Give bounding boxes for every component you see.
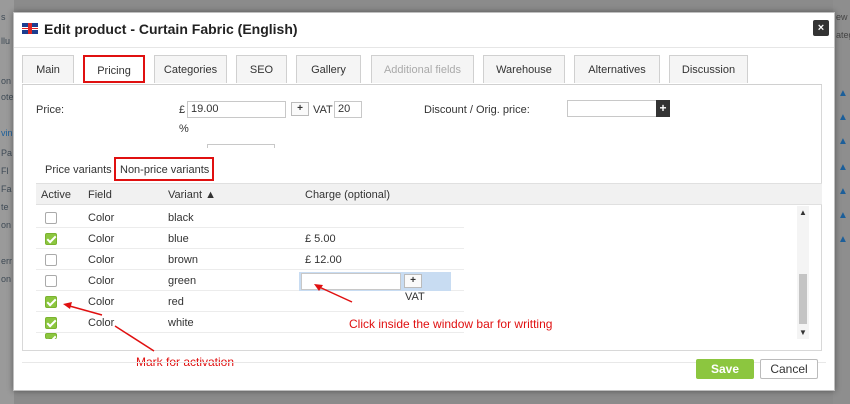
chevron-up-icon: ▲: [838, 136, 848, 147]
dialog-titlebar: Edit product - Curtain Fabric (English) …: [14, 13, 834, 48]
chevron-up-icon: ▲: [838, 186, 848, 197]
background-left-sidebar: s llu on ote vin Pa Fl Fa te on err on: [0, 0, 14, 404]
active-checkbox[interactable]: [45, 296, 57, 308]
tab-categories[interactable]: Categories: [154, 55, 227, 83]
tab-seo[interactable]: SEO: [236, 55, 287, 83]
active-checkbox[interactable]: [45, 233, 57, 245]
row-field: Color: [88, 296, 115, 308]
table-row[interactable]: Color blue £ 5.00: [36, 228, 464, 249]
hidden-field: [207, 144, 275, 148]
table-row[interactable]: [36, 333, 464, 339]
col-variant[interactable]: Variant ▲: [168, 189, 216, 201]
bg-fragment: on: [1, 220, 12, 230]
edit-product-dialog: Edit product - Curtain Fabric (English) …: [13, 12, 835, 391]
row-field: Color: [88, 275, 115, 287]
table-row[interactable]: Color red: [36, 291, 464, 312]
active-checkbox[interactable]: [45, 275, 57, 287]
active-checkbox[interactable]: [45, 333, 57, 339]
vat-label: VAT: [313, 104, 333, 116]
tab-bar: Main Pricing Categories SEO Gallery Addi…: [22, 55, 822, 85]
active-checkbox[interactable]: [45, 317, 57, 329]
percent-label: %: [179, 123, 189, 135]
subtab-non-price-variants[interactable]: Non-price variants: [120, 164, 209, 176]
price-input[interactable]: 19.00: [187, 101, 286, 118]
bg-fragment: ote: [1, 92, 14, 102]
scroll-thumb[interactable]: [799, 274, 807, 324]
bg-fragment: on: [1, 76, 12, 86]
row-field: Color: [88, 233, 115, 245]
row-variant: blue: [168, 233, 189, 245]
grid-scrollbar[interactable]: ▲ ▼: [797, 206, 809, 339]
subtab-price-variants[interactable]: Price variants: [45, 164, 112, 176]
table-row[interactable]: Color black: [36, 207, 464, 228]
bg-fragment: Fl: [1, 166, 9, 176]
tab-alternatives[interactable]: Alternatives: [574, 55, 660, 83]
chevron-up-icon: ▲: [838, 234, 848, 245]
bg-fragment: ateg: [836, 30, 850, 40]
price-plus-button[interactable]: +: [291, 102, 309, 116]
bg-fragment: Pa: [1, 148, 13, 158]
bg-fragment: vin: [1, 128, 13, 138]
col-active[interactable]: Active: [41, 189, 71, 201]
bg-fragment: on: [1, 274, 12, 284]
discount-input[interactable]: [567, 100, 657, 117]
bg-fragment: err: [1, 256, 12, 266]
annotation-window-bar: Click inside the window bar for writting: [349, 317, 553, 331]
bg-fragment: llu: [1, 36, 11, 46]
discount-plus-button[interactable]: +: [656, 100, 670, 117]
table-row[interactable]: Color brown £ 12.00: [36, 249, 464, 270]
row-variant: black: [168, 212, 194, 224]
price-label: Price:: [36, 104, 65, 116]
active-checkbox[interactable]: [45, 254, 57, 266]
tab-warehouse[interactable]: Warehouse: [483, 55, 565, 83]
background-right-panel: ew ateg ▲ ▲ ▲ ▲ ▲ ▲ ▲: [833, 0, 850, 404]
col-field[interactable]: Field: [88, 189, 112, 201]
row-field: Color: [88, 254, 115, 266]
row-variant: brown: [168, 254, 198, 266]
bg-fragment: Fa: [1, 184, 12, 194]
bg-fragment: te: [1, 202, 9, 212]
scroll-up-icon[interactable]: ▲: [799, 208, 807, 217]
tab-main[interactable]: Main: [22, 55, 74, 83]
bg-fragment: s: [1, 12, 6, 22]
close-button[interactable]: ×: [813, 20, 829, 36]
chevron-up-icon: ▲: [838, 162, 848, 173]
row-variant: red: [168, 296, 184, 308]
active-checkbox[interactable]: [45, 212, 57, 224]
row-charge: £ 5.00: [305, 233, 336, 245]
row-variant: green: [168, 275, 197, 287]
row-variant: white: [168, 317, 194, 329]
chevron-up-icon: ▲: [838, 88, 848, 99]
dialog-title: Edit product - Curtain Fabric (English): [44, 21, 298, 37]
charge-input[interactable]: [301, 273, 401, 290]
row-charge: £ 12.00: [305, 254, 342, 266]
uk-flag-icon: [22, 23, 38, 34]
cancel-button[interactable]: Cancel: [760, 359, 818, 379]
charge-edit-bar[interactable]: +: [299, 272, 451, 291]
col-charge[interactable]: Charge (optional): [305, 189, 390, 201]
row-field: Color: [88, 317, 115, 329]
tab-discussion[interactable]: Discussion: [669, 55, 748, 83]
scroll-down-icon[interactable]: ▼: [799, 328, 807, 337]
tab-gallery[interactable]: Gallery: [296, 55, 361, 83]
discount-label: Discount / Orig. price:: [424, 104, 530, 116]
tab-additional-fields[interactable]: Additional fields: [371, 55, 474, 83]
bg-fragment: ew: [836, 12, 848, 22]
chevron-up-icon: ▲: [838, 112, 848, 123]
vat-input[interactable]: 20: [334, 101, 362, 118]
variants-grid-header: Active Field Variant ▲ Charge (optional): [36, 183, 822, 205]
row-field: Color: [88, 212, 115, 224]
chevron-up-icon: ▲: [838, 210, 848, 221]
tab-pricing[interactable]: Pricing: [83, 55, 145, 83]
currency-symbol: £: [179, 104, 186, 116]
save-button[interactable]: Save: [696, 359, 754, 379]
charge-plus-button[interactable]: +: [404, 274, 422, 288]
